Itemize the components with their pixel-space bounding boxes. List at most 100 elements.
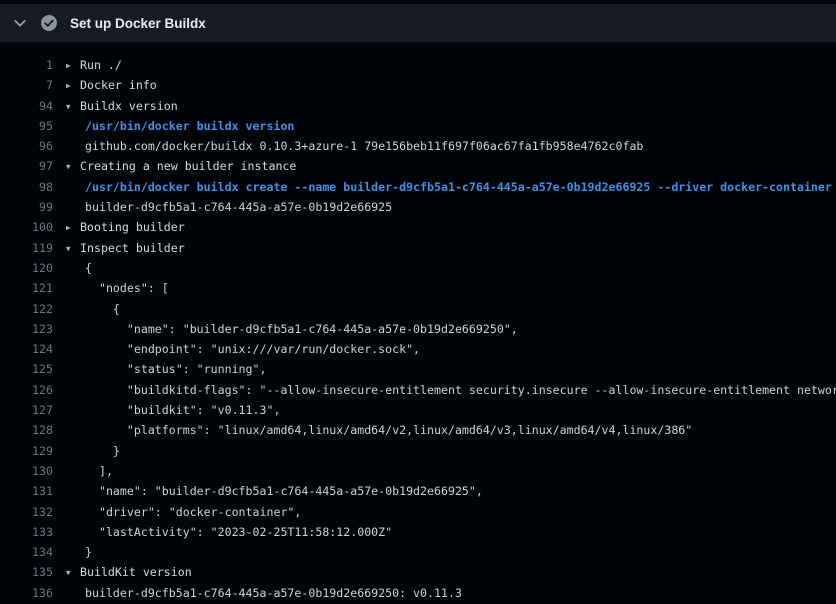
line-number[interactable]: 136 [0,583,53,603]
log-output-text: "status": "running", [53,359,266,379]
log-group-header[interactable]: ▶Booting builder [53,217,185,237]
log-line: 125 "status": "running", [0,359,836,379]
log-group-title: BuildKit version [80,565,192,579]
line-number[interactable]: 99 [0,197,53,217]
log-output-text: github.com/docker/buildx 0.10.3+azure-1 … [53,136,643,156]
log-line: 135▼BuildKit version [0,562,836,582]
disclosure-triangle-icon[interactable]: ▼ [66,563,80,583]
log-output-text: } [53,542,92,562]
log-group-header[interactable]: ▼BuildKit version [53,562,192,582]
log-line: 124 "endpoint": "unix:///var/run/docker.… [0,339,836,359]
chevron-down-icon[interactable] [13,16,27,30]
log-group-header[interactable]: ▼Inspect builder [53,238,185,258]
line-number[interactable]: 1 [0,55,53,75]
log-command-text: /usr/bin/docker buildx create --name bui… [53,177,832,197]
log-line: 131 "name": "builder-d9cfb5a1-c764-445a-… [0,481,836,501]
log-group-title: Booting builder [80,220,185,234]
disclosure-triangle-icon[interactable]: ▼ [66,97,80,117]
log-line: 94▼Buildx version [0,96,836,116]
log-line: 7▶Docker info [0,75,836,95]
disclosure-triangle-icon[interactable]: ▶ [66,218,80,238]
line-number[interactable]: 97 [0,156,53,176]
disclosure-triangle-icon[interactable]: ▼ [66,157,80,177]
log-line: 1▶Run ./ [0,55,836,75]
log-output-text: "name": "builder-d9cfb5a1-c764-445a-a57e… [53,319,518,339]
log-group-title: Buildx version [80,99,178,113]
log-line: 121 "nodes": [ [0,278,836,298]
log-output-text: "buildkit": "v0.11.3", [53,400,280,420]
log-line: 126 "buildkitd-flags": "--allow-insecure… [0,380,836,400]
line-number[interactable]: 135 [0,562,53,582]
line-number[interactable]: 129 [0,441,53,461]
log-output-text: { [53,258,92,278]
line-number[interactable]: 132 [0,502,53,522]
log-line: 119▼Inspect builder [0,238,836,258]
log-group-header[interactable]: ▼Buildx version [53,96,178,116]
line-number[interactable]: 127 [0,400,53,420]
disclosure-triangle-icon[interactable]: ▶ [66,56,80,76]
disclosure-triangle-icon[interactable]: ▶ [66,76,80,96]
line-number[interactable]: 125 [0,359,53,379]
log-output-text: ], [53,461,113,481]
check-circle-icon [41,15,57,31]
line-number[interactable]: 7 [0,75,53,95]
log-output-text: "endpoint": "unix:///var/run/docker.sock… [53,339,420,359]
log-output-text: } [53,441,120,461]
log-output-text: "driver": "docker-container", [53,502,301,522]
line-number[interactable]: 131 [0,481,53,501]
log-line: 127 "buildkit": "v0.11.3", [0,400,836,420]
line-number[interactable]: 122 [0,299,53,319]
line-number[interactable]: 96 [0,136,53,156]
log-command-text: /usr/bin/docker buildx version [53,116,294,136]
line-number[interactable]: 126 [0,380,53,400]
line-number[interactable]: 95 [0,116,53,136]
log-output-text: { [53,299,120,319]
log-output-text: builder-d9cfb5a1-c764-445a-a57e-0b19d2e6… [53,197,392,217]
line-number[interactable]: 120 [0,258,53,278]
log-line: 123 "name": "builder-d9cfb5a1-c764-445a-… [0,319,836,339]
log-output-text: "lastActivity": "2023-02-25T11:58:12.000… [53,522,392,542]
line-number[interactable]: 121 [0,278,53,298]
line-number[interactable]: 133 [0,522,53,542]
log-line: 96github.com/docker/buildx 0.10.3+azure-… [0,136,836,156]
log-line: 120{ [0,258,836,278]
log-output-text: builder-d9cfb5a1-c764-445a-a57e-0b19d2e6… [53,583,462,603]
log-line: 132 "driver": "docker-container", [0,502,836,522]
log-group-header[interactable]: ▶Run ./ [53,55,122,75]
log-line: 97▼Creating a new builder instance [0,156,836,176]
log-line: 98/usr/bin/docker buildx create --name b… [0,177,836,197]
line-number[interactable]: 128 [0,420,53,440]
log-group-title: Docker info [80,78,157,92]
disclosure-triangle-icon[interactable]: ▼ [66,239,80,259]
line-number[interactable]: 134 [0,542,53,562]
log-output-text: "buildkitd-flags": "--allow-insecure-ent… [53,380,836,400]
line-number[interactable]: 94 [0,96,53,116]
log-group-header[interactable]: ▼Creating a new builder instance [53,156,296,176]
step-header[interactable]: Set up Docker Buildx [0,4,836,42]
log-output-text: "platforms": "linux/amd64,linux/amd64/v2… [53,420,692,440]
log-output-text: "name": "builder-d9cfb5a1-c764-445a-a57e… [53,481,483,501]
log-output-text: "nodes": [ [53,278,169,298]
step-title: Set up Docker Buildx [70,16,206,31]
log-group-title: Inspect builder [80,241,185,255]
line-number[interactable]: 100 [0,217,53,237]
log-group-header[interactable]: ▶Docker info [53,75,157,95]
log-line: 100▶Booting builder [0,217,836,237]
line-number[interactable]: 98 [0,177,53,197]
log-line: 128 "platforms": "linux/amd64,linux/amd6… [0,420,836,440]
line-number[interactable]: 130 [0,461,53,481]
log-line: 99builder-d9cfb5a1-c764-445a-a57e-0b19d2… [0,197,836,217]
log-line: 129 } [0,441,836,461]
log-line: 130 ], [0,461,836,481]
line-number[interactable]: 123 [0,319,53,339]
log-line: 134} [0,542,836,562]
log-line: 95/usr/bin/docker buildx version [0,116,836,136]
log-lines: 1▶Run ./7▶Docker info94▼Buildx version95… [0,55,836,603]
log-viewer: 1▶Run ./7▶Docker info94▼Buildx version95… [0,42,836,604]
log-line: 133 "lastActivity": "2023-02-25T11:58:12… [0,522,836,542]
line-number[interactable]: 124 [0,339,53,359]
log-line: 122 { [0,299,836,319]
line-number[interactable]: 119 [0,238,53,258]
log-group-title: Creating a new builder instance [80,159,296,173]
log-line: 136builder-d9cfb5a1-c764-445a-a57e-0b19d… [0,583,836,603]
